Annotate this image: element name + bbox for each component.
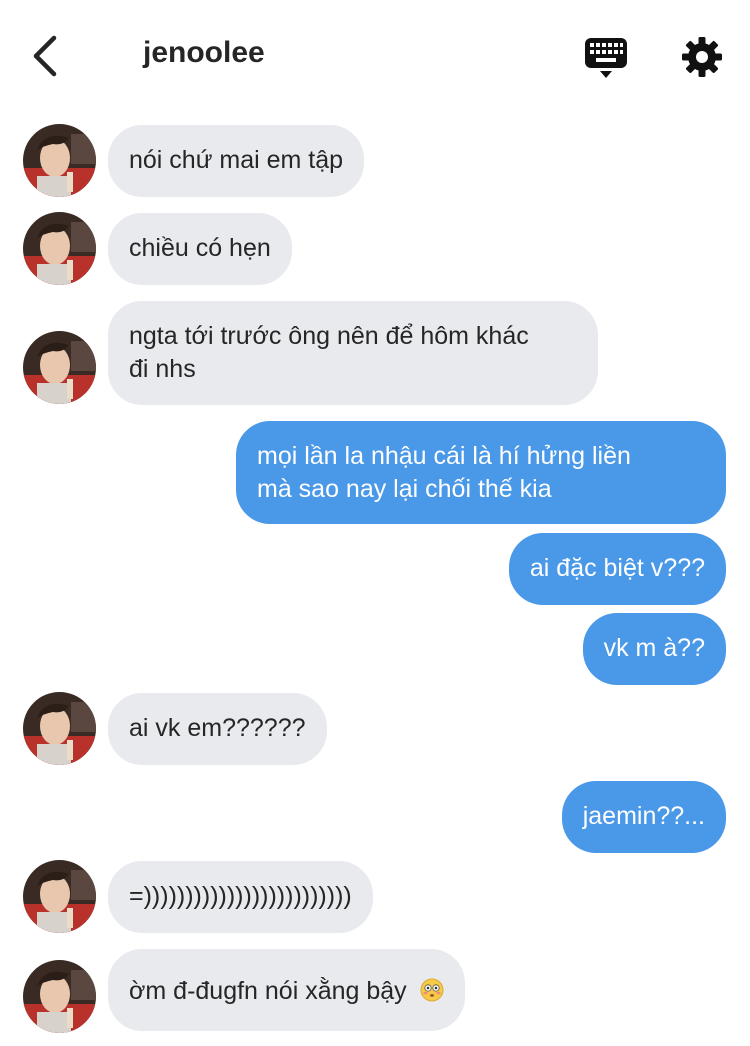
avatar[interactable] — [23, 124, 96, 197]
message-bubble-outgoing[interactable]: jaemin??... — [561, 781, 726, 853]
message-text: ai đặc biệt v??? — [529, 554, 705, 582]
message-text: vk m à?? — [603, 634, 705, 662]
message-bubble-incoming[interactable]: ờm đ-đugfn nói xằng bậy — [108, 949, 465, 1031]
avatar[interactable] — [23, 960, 96, 1033]
avatar[interactable] — [23, 860, 96, 933]
avatar[interactable] — [23, 331, 96, 404]
chat-header: jenoolee — [0, 0, 750, 110]
message-bubble-incoming[interactable]: ngta tới trước ông nên để hôm khác đi nh… — [108, 301, 598, 405]
keyboard-icon[interactable] — [584, 36, 628, 80]
message-bubble-outgoing[interactable]: mọi lần la nhậu cái là hí hửng liền mà s… — [236, 421, 726, 524]
message-text-line: đi nhs — [129, 355, 196, 383]
chat-title[interactable]: jenoolee — [143, 36, 265, 70]
message-text-line: mà sao nay lại chối thế kia — [257, 475, 552, 503]
message-text-line: mọi lần la nhậu cái là hí hửng liền — [257, 442, 631, 470]
message-text: jaemin??... — [582, 802, 705, 830]
message-bubble-outgoing[interactable]: ai đặc biệt v??? — [508, 533, 726, 605]
chevron-left-icon[interactable] — [26, 32, 66, 80]
message-text: ai vk em?????? — [129, 714, 306, 742]
message-bubble-outgoing[interactable]: vk m à?? — [582, 613, 726, 685]
flushed-face-emoji — [420, 978, 444, 1002]
message-bubble-incoming[interactable]: =))))))))))))))))))))))))) — [108, 861, 373, 933]
message-bubble-incoming[interactable]: nói chứ mai em tập — [108, 125, 365, 197]
message-text: =))))))))))))))))))))))))) — [129, 882, 352, 910]
message-bubble-incoming[interactable]: chiều có hẹn — [108, 213, 292, 285]
message-text: ờm đ-đugfn nói xằng bậy — [129, 977, 407, 1005]
message-text: nói chứ mai em tập — [129, 146, 344, 174]
gear-icon[interactable] — [680, 35, 724, 79]
message-text: chiều có hẹn — [129, 234, 271, 262]
message-text-line: ngta tới trước ông nên để hôm khác — [129, 322, 529, 350]
avatar[interactable] — [23, 212, 96, 285]
message-bubble-incoming[interactable]: ai vk em?????? — [108, 693, 327, 765]
avatar[interactable] — [23, 692, 96, 765]
